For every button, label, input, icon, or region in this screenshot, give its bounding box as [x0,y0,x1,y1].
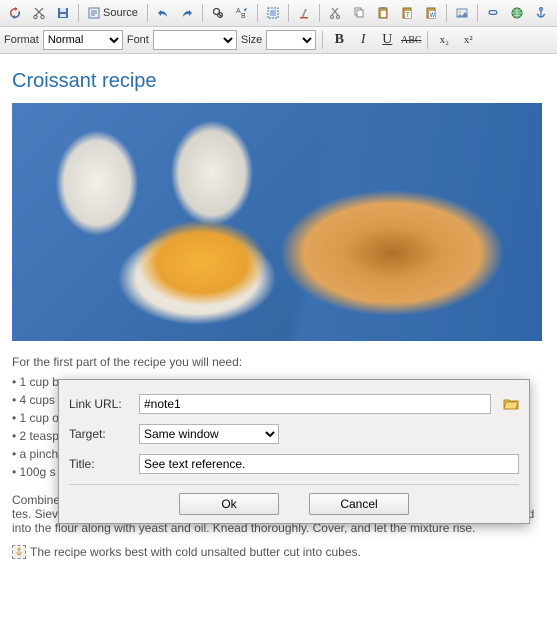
subscript-button[interactable]: x₂ [434,30,454,50]
strike-button[interactable]: ABC [401,30,421,50]
url-input[interactable] [139,394,491,414]
paste-word-icon[interactable]: W [420,2,442,24]
redo-icon[interactable] [176,2,198,24]
separator [78,4,79,22]
separator [147,4,148,22]
font-label: Font [127,34,149,46]
bold-button[interactable]: B [329,30,349,50]
separator [319,4,320,22]
cancel-button[interactable]: Cancel [309,493,409,515]
underline-button[interactable]: U [377,30,397,50]
intro-text: For the first part of the recipe you wil… [12,355,545,369]
separator [427,31,428,49]
separator [288,4,289,22]
separator [202,4,203,22]
removeformat-icon[interactable] [293,2,315,24]
copy-icon[interactable] [348,2,370,24]
separator [322,31,323,49]
paste-text-icon[interactable]: T [396,2,418,24]
target-label: Target: [69,427,131,441]
link-dialog: Link URL: Target: Same window Title: Ok … [58,379,530,524]
footnote-text: The recipe works best with cold unsalted… [30,545,361,559]
browse-icon[interactable] [503,397,519,411]
image-icon[interactable] [451,2,473,24]
ok-button[interactable]: Ok [179,493,279,515]
selectall-icon[interactable] [262,2,284,24]
size-label: Size [241,34,262,46]
toolbar-format: Format Normal Font Size B I U ABC x₂ x² [0,27,557,54]
replace-icon[interactable]: AB [231,2,253,24]
separator [257,4,258,22]
link-icon[interactable] [482,2,504,24]
undo-icon[interactable] [152,2,174,24]
font-select[interactable] [153,30,237,50]
svg-text:T: T [406,13,410,19]
svg-text:B: B [241,13,246,20]
source-label: Source [103,7,138,19]
title-input[interactable] [139,454,519,474]
url-label: Link URL: [69,397,131,411]
format-select[interactable]: Normal [43,30,123,50]
format-label: Format [4,34,39,46]
find-icon[interactable] [207,2,229,24]
paste-icon[interactable] [372,2,394,24]
target-select[interactable]: Same window [139,424,279,444]
editor-area[interactable]: Croissant recipe For the first part of t… [0,54,557,569]
refresh-icon[interactable] [4,2,26,24]
separator [446,4,447,22]
anchor-icon[interactable] [530,2,552,24]
svg-text:W: W [429,13,435,19]
title-label: Title: [69,457,131,471]
globe-icon[interactable] [506,2,528,24]
hero-image [12,103,542,341]
superscript-button[interactable]: x² [458,30,478,50]
size-select[interactable] [266,30,316,50]
save-icon[interactable] [52,2,74,24]
footnote: The recipe works best with cold unsalted… [12,545,545,559]
italic-button[interactable]: I [353,30,373,50]
toolbar-main: Source AB T W [0,0,557,27]
source-button[interactable]: Source [83,2,143,24]
page-title: Croissant recipe [12,70,545,93]
separator [477,4,478,22]
anchor-marker-icon[interactable] [12,545,26,559]
cut2-icon[interactable] [324,2,346,24]
cut-icon[interactable] [28,2,50,24]
